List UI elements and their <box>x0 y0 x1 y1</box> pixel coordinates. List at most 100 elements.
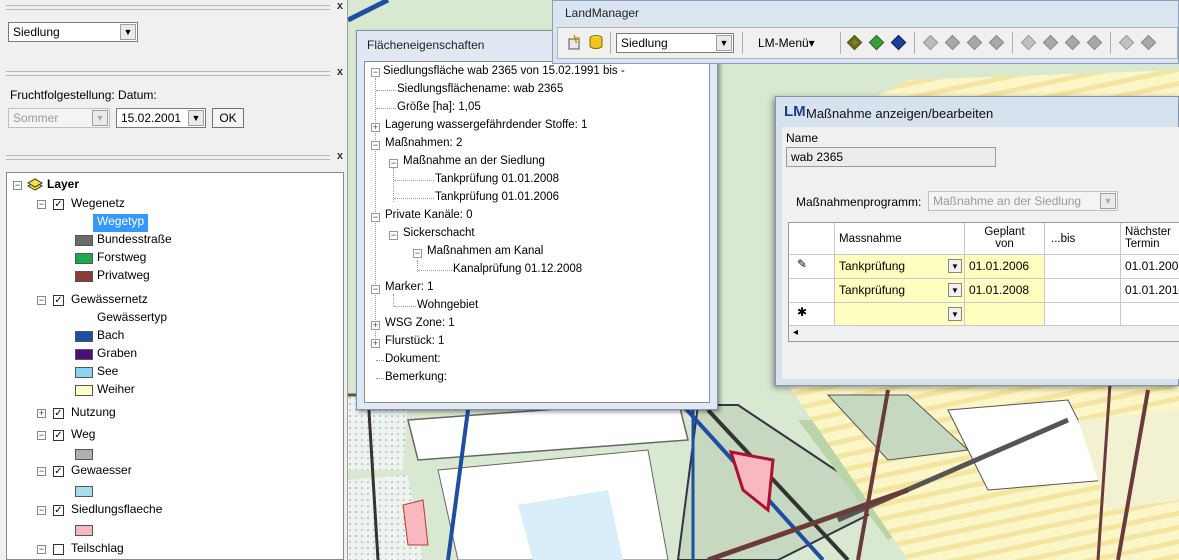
tree-node[interactable]: WSG Zone: 1 <box>385 317 455 329</box>
new-feature-icon[interactable] <box>566 34 582 50</box>
tree-node[interactable]: Lagerung wassergefährdender Stoffe: 1 <box>385 119 587 131</box>
checkbox-gewaessernetz[interactable]: ✓ <box>53 295 64 306</box>
tree-node[interactable]: Dokument: <box>385 353 441 365</box>
grid-cell-von[interactable] <box>965 303 1045 327</box>
tree-node[interactable]: Private Kanäle: 0 <box>385 209 473 221</box>
tool-diamond-icon[interactable] <box>846 34 863 51</box>
grid-cell-termin[interactable] <box>1121 303 1179 327</box>
collapse-icon[interactable]: − <box>37 296 46 305</box>
checkbox-nutzung[interactable]: ✓ <box>53 408 64 419</box>
close-icon[interactable]: x <box>337 0 343 12</box>
toc-wegetyp-selected[interactable]: Wegetyp <box>93 214 149 232</box>
expand-icon[interactable]: + <box>371 321 380 330</box>
collapse-icon[interactable]: − <box>413 249 422 258</box>
tree-node[interactable]: Kanalprüfung 01.12.2008 <box>453 263 582 275</box>
toolbar-layer-combo[interactable]: Siedlung ▼ <box>616 33 734 53</box>
name-field[interactable]: wab 2365 <box>786 147 996 167</box>
grip-icon[interactable] <box>6 155 330 160</box>
dock-titlebar-fruchtfolge[interactable]: x <box>0 66 346 80</box>
tree-node[interactable]: Tankprüfung 01.01.2006 <box>435 191 559 203</box>
close-icon[interactable]: x <box>337 150 343 162</box>
grid-cell-termin[interactable]: 01.01.2008 <box>1121 255 1179 279</box>
date-picker[interactable]: 15.02.2001 ▼ <box>116 108 206 128</box>
collapse-icon[interactable]: − <box>389 159 398 168</box>
expand-icon[interactable]: + <box>37 409 46 418</box>
collapse-icon[interactable]: − <box>13 181 22 190</box>
grip-icon[interactable] <box>6 5 330 10</box>
scroll-left-icon[interactable]: ◂ <box>793 327 798 338</box>
collapse-icon[interactable]: − <box>37 200 46 209</box>
grip-icon[interactable] <box>6 71 330 76</box>
close-icon[interactable]: x <box>337 66 343 78</box>
toc-nutzung[interactable]: Nutzung <box>71 405 116 423</box>
collapse-icon[interactable]: − <box>37 545 46 554</box>
grid-cell-bis[interactable] <box>1045 279 1121 303</box>
collapse-icon[interactable]: − <box>37 467 46 476</box>
toc-gewaesser[interactable]: Gewaesser <box>71 463 132 481</box>
chevron-down-icon[interactable]: ▼ <box>948 259 962 273</box>
massnahmen-grid[interactable]: Massnahme Geplant von ...bis Nächster Te… <box>788 222 1179 342</box>
landmanager-window[interactable]: LandManager Siedlung ▼ LM-Menü▾ <box>552 0 1179 64</box>
grid-cell-von[interactable]: 01.01.2008 <box>965 279 1045 303</box>
grid-cell-bis[interactable] <box>1045 255 1121 279</box>
grid-cell-massnahme[interactable]: ▼ <box>835 303 965 327</box>
tool-diamond-icon[interactable] <box>868 34 885 51</box>
checkbox-gewaesser[interactable]: ✓ <box>53 466 64 477</box>
chevron-down-icon[interactable]: ▼ <box>120 24 136 40</box>
toc-wegenetz[interactable]: Wegenetz <box>71 196 125 214</box>
grid-cell-massnahme[interactable]: Tankprüfung ▼ <box>835 279 965 303</box>
toc-root-label[interactable]: Layer <box>47 177 79 195</box>
grid-cell-bis[interactable] <box>1045 303 1121 327</box>
chevron-down-icon[interactable]: ▼ <box>948 283 962 297</box>
window-titlebar[interactable]: LM Maßnahme anzeigen/bearbeiten <box>776 97 1178 127</box>
column-header[interactable]: Nächster Termin <box>1121 223 1179 255</box>
tree-node[interactable]: Maßnahmen: 2 <box>385 137 462 149</box>
tree-node[interactable]: Flurstück: 1 <box>385 335 444 347</box>
toc-gewaessernetz[interactable]: Gewässernetz <box>71 292 148 310</box>
grid-cell-termin[interactable]: 01.01.2010 <box>1121 279 1179 303</box>
tree-node[interactable]: Größe [ha]: 1,05 <box>397 101 481 113</box>
grid-cell-von[interactable]: 01.01.2006 <box>965 255 1045 279</box>
database-icon[interactable] <box>588 34 604 50</box>
tree-node[interactable]: Tankprüfung 01.01.2008 <box>435 173 559 185</box>
collapse-icon[interactable]: − <box>371 285 380 294</box>
row-marker[interactable] <box>789 279 835 303</box>
expand-icon[interactable]: + <box>371 339 380 348</box>
toc-weg[interactable]: Weg <box>71 427 95 445</box>
ok-button[interactable]: OK <box>212 108 244 128</box>
tree-node[interactable]: Siedlungsflächename: wab 2365 <box>397 83 563 95</box>
chevron-down-icon[interactable]: ▼ <box>188 110 204 126</box>
chevron-down-icon[interactable]: ▼ <box>716 35 732 51</box>
checkbox-weg[interactable]: ✓ <box>53 430 64 441</box>
checkbox-siedlungsflaeche[interactable]: ✓ <box>53 505 64 516</box>
tree-node[interactable]: Sickerschacht <box>403 227 475 239</box>
grid-cell-massnahme[interactable]: Tankprüfung ▼ <box>835 255 965 279</box>
tree-node[interactable]: Wohngebiet <box>417 299 478 311</box>
column-header[interactable]: ...bis <box>1045 223 1121 255</box>
dock-titlebar-toc[interactable]: x <box>0 150 346 164</box>
checkbox-wegenetz[interactable]: ✓ <box>53 199 64 210</box>
row-marker[interactable]: ✎ <box>789 255 835 279</box>
massnahme-window[interactable]: LM Maßnahme anzeigen/bearbeiten Name wab… <box>775 96 1179 386</box>
collapse-icon[interactable]: − <box>389 231 398 240</box>
column-header[interactable]: Massnahme <box>835 223 965 255</box>
layer-combo[interactable]: Siedlung ▼ <box>8 22 138 42</box>
tree-node[interactable]: Maßnahme an der Siedlung <box>403 155 545 167</box>
tool-diamond-info-icon[interactable] <box>890 34 907 51</box>
row-marker[interactable]: ✱ <box>789 303 835 327</box>
flaecheneigenschaften-window[interactable]: Flächeneigenschaften − Siedlungsfläche w… <box>356 30 718 410</box>
tree-node[interactable]: Siedlungsfläche wab 2365 von 15.02.1991 … <box>383 65 625 77</box>
chevron-down-icon[interactable]: ▼ <box>948 307 962 321</box>
column-header[interactable]: Geplant von <box>965 223 1045 255</box>
collapse-icon[interactable]: − <box>37 506 46 515</box>
checkbox-teilschlag[interactable] <box>53 544 64 555</box>
tree-node[interactable]: Maßnahmen am Kanal <box>427 245 543 257</box>
collapse-icon[interactable]: − <box>37 431 46 440</box>
toc-siedlungsflaeche[interactable]: Siedlungsflaeche <box>71 502 162 520</box>
tree-node[interactable]: Bemerkung: <box>385 371 447 383</box>
lm-menu[interactable]: LM-Menü▾ <box>758 36 815 50</box>
tree-node[interactable]: Marker: 1 <box>385 281 434 293</box>
collapse-icon[interactable]: − <box>371 213 380 222</box>
expand-icon[interactable]: + <box>371 123 380 132</box>
dock-titlebar-layer[interactable]: x <box>0 0 346 14</box>
